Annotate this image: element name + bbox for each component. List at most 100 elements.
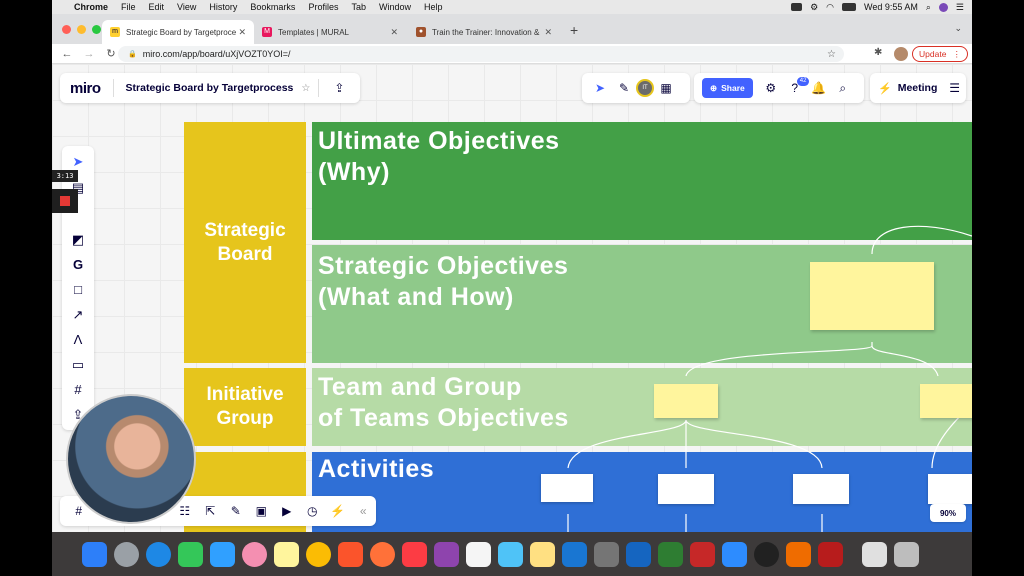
shape-square-icon[interactable]: □ (62, 282, 94, 297)
lightning-icon[interactable]: ⚡ (325, 504, 351, 518)
connector-arrow-icon[interactable]: ↗ (62, 307, 94, 323)
spotlight-icon[interactable]: ⌕ (926, 2, 931, 13)
url-field[interactable]: 🔒 miro.com/app/board/uXjVOZT0YOI=/ ☆ (118, 46, 844, 62)
forward-icon[interactable]: → (82, 48, 96, 60)
menu-help[interactable]: Help (424, 2, 443, 12)
frame-icon[interactable]: # (62, 382, 94, 397)
gear-icon[interactable]: ⚙ (810, 2, 818, 13)
star-icon[interactable]: ☆ (301, 83, 310, 94)
launchpad-icon[interactable] (114, 541, 139, 567)
sticky-note-icon[interactable]: ◩ (62, 232, 94, 248)
zoom-app-icon[interactable] (722, 541, 747, 567)
open-link-icon[interactable]: ⇱ (198, 504, 224, 518)
brave-icon[interactable] (338, 541, 363, 567)
close-tab-icon[interactable]: ✕ (544, 27, 552, 38)
sticky-note[interactable] (654, 384, 718, 418)
cursor-arrow-icon[interactable]: ➤ (588, 81, 612, 95)
podcasts-icon[interactable] (434, 541, 459, 567)
downloads-stack-icon[interactable] (862, 541, 887, 567)
new-tab-icon[interactable]: + (570, 22, 578, 38)
list-icon[interactable]: ☷ (172, 504, 198, 518)
help-icon[interactable]: ? 42 (783, 77, 810, 95)
menu-file[interactable]: File (121, 2, 136, 12)
share-button[interactable]: ⊕ Share (702, 78, 753, 98)
close-tab-icon[interactable]: ✕ (238, 27, 246, 38)
update-button[interactable]: Update ⋮ (912, 46, 968, 62)
back-icon[interactable]: ← (60, 48, 74, 60)
pages-icon[interactable] (530, 541, 555, 567)
excel-icon[interactable] (658, 541, 683, 567)
meeting-button[interactable]: Meeting (898, 82, 938, 94)
office-icon[interactable] (786, 541, 811, 567)
board-title[interactable]: Strategic Board by Targetprocess (126, 82, 294, 94)
chrome-icon[interactable] (306, 541, 331, 567)
activity-card[interactable] (541, 474, 593, 502)
zoom-level[interactable]: 90% (930, 504, 966, 522)
sticky-note[interactable] (810, 262, 934, 330)
menubar-clock[interactable]: Wed 9:55 AM (864, 2, 918, 12)
google-icon[interactable]: G (62, 257, 94, 272)
menu-window[interactable]: Window (379, 2, 411, 12)
powerpoint-icon[interactable] (690, 541, 715, 567)
reload-icon[interactable]: ↻ (104, 47, 118, 60)
presentation-icon[interactable]: ▣ (249, 504, 275, 518)
sticky-note[interactable] (920, 384, 972, 418)
wifi-icon[interactable]: ◠ (826, 2, 834, 13)
safari-icon[interactable] (146, 541, 171, 567)
search-icon[interactable]: ⌕ (831, 81, 855, 96)
menu-edit[interactable]: Edit (149, 2, 165, 12)
battery-icon[interactable] (842, 3, 856, 11)
menu-profiles[interactable]: Profiles (308, 2, 338, 12)
tab-train-the-trainer[interactable]: ● Train the Trainer: Innovation & ✕ (408, 20, 560, 44)
control-center-icon[interactable]: ☰ (956, 2, 964, 13)
bell-icon[interactable]: 🔔 (807, 81, 831, 95)
record-stop-button[interactable] (52, 189, 78, 213)
activity-card[interactable] (928, 474, 972, 504)
export-upload-icon[interactable]: ⇪ (327, 81, 351, 95)
music-icon[interactable] (402, 541, 427, 567)
timer-icon[interactable]: ◷ (300, 504, 326, 518)
tab-strategic-board[interactable]: m Strategic Board by Targetproce ✕ (102, 20, 254, 44)
miro-logo[interactable]: miro (70, 80, 101, 97)
word-icon[interactable] (626, 541, 651, 567)
app-store-icon[interactable] (562, 541, 587, 567)
close-tab-icon[interactable]: ✕ (390, 27, 398, 38)
photos-icon[interactable] (242, 541, 267, 567)
bookmark-star-icon[interactable]: ☆ (827, 49, 836, 60)
menu-bookmarks[interactable]: Bookmarks (250, 2, 295, 12)
apps-grid-icon[interactable]: ▦ (654, 81, 678, 95)
quicktime-icon[interactable] (754, 541, 779, 567)
video-icon[interactable]: ▶ (274, 504, 300, 518)
collapse-chevron-icon[interactable]: « (351, 504, 377, 518)
edit-box-icon[interactable]: ✎ (223, 504, 249, 518)
firefox-icon[interactable] (370, 541, 395, 567)
menu-history[interactable]: History (209, 2, 237, 12)
pen-icon[interactable]: Λ (62, 332, 94, 347)
menu-tab[interactable]: Tab (351, 2, 366, 12)
comment-icon[interactable]: ▭ (62, 357, 94, 373)
activity-card[interactable] (658, 474, 714, 504)
maximize-window-icon[interactable] (92, 25, 101, 34)
miro-canvas[interactable]: Strategic Board Initiative Group Ultimat… (52, 64, 972, 532)
magic-wand-icon[interactable]: ✎ (612, 81, 636, 95)
notes-icon[interactable]: ☰ (943, 81, 966, 95)
extensions-puzzle-icon[interactable]: ✱ (874, 47, 882, 58)
activity-card[interactable] (793, 474, 849, 504)
finder-icon[interactable] (82, 541, 107, 567)
settings-sliders-icon[interactable]: ⚙ (759, 81, 783, 95)
menu-view[interactable]: View (177, 2, 196, 12)
profile-avatar[interactable] (894, 47, 908, 61)
numbers-icon[interactable] (466, 541, 491, 567)
user-avatar[interactable]: IT (636, 79, 654, 97)
select-cursor-icon[interactable]: ➤ (62, 154, 94, 170)
close-window-icon[interactable] (62, 25, 71, 34)
minimize-window-icon[interactable] (77, 25, 86, 34)
system-preferences-icon[interactable] (594, 541, 619, 567)
messages-icon[interactable] (210, 541, 235, 567)
siri-icon[interactable] (938, 2, 948, 12)
notes-app-icon[interactable] (274, 541, 299, 567)
chevron-down-icon[interactable]: ⌄ (954, 23, 962, 34)
facetime-icon[interactable] (178, 541, 203, 567)
keynote-icon[interactable] (498, 541, 523, 567)
trash-icon[interactable] (894, 541, 919, 567)
